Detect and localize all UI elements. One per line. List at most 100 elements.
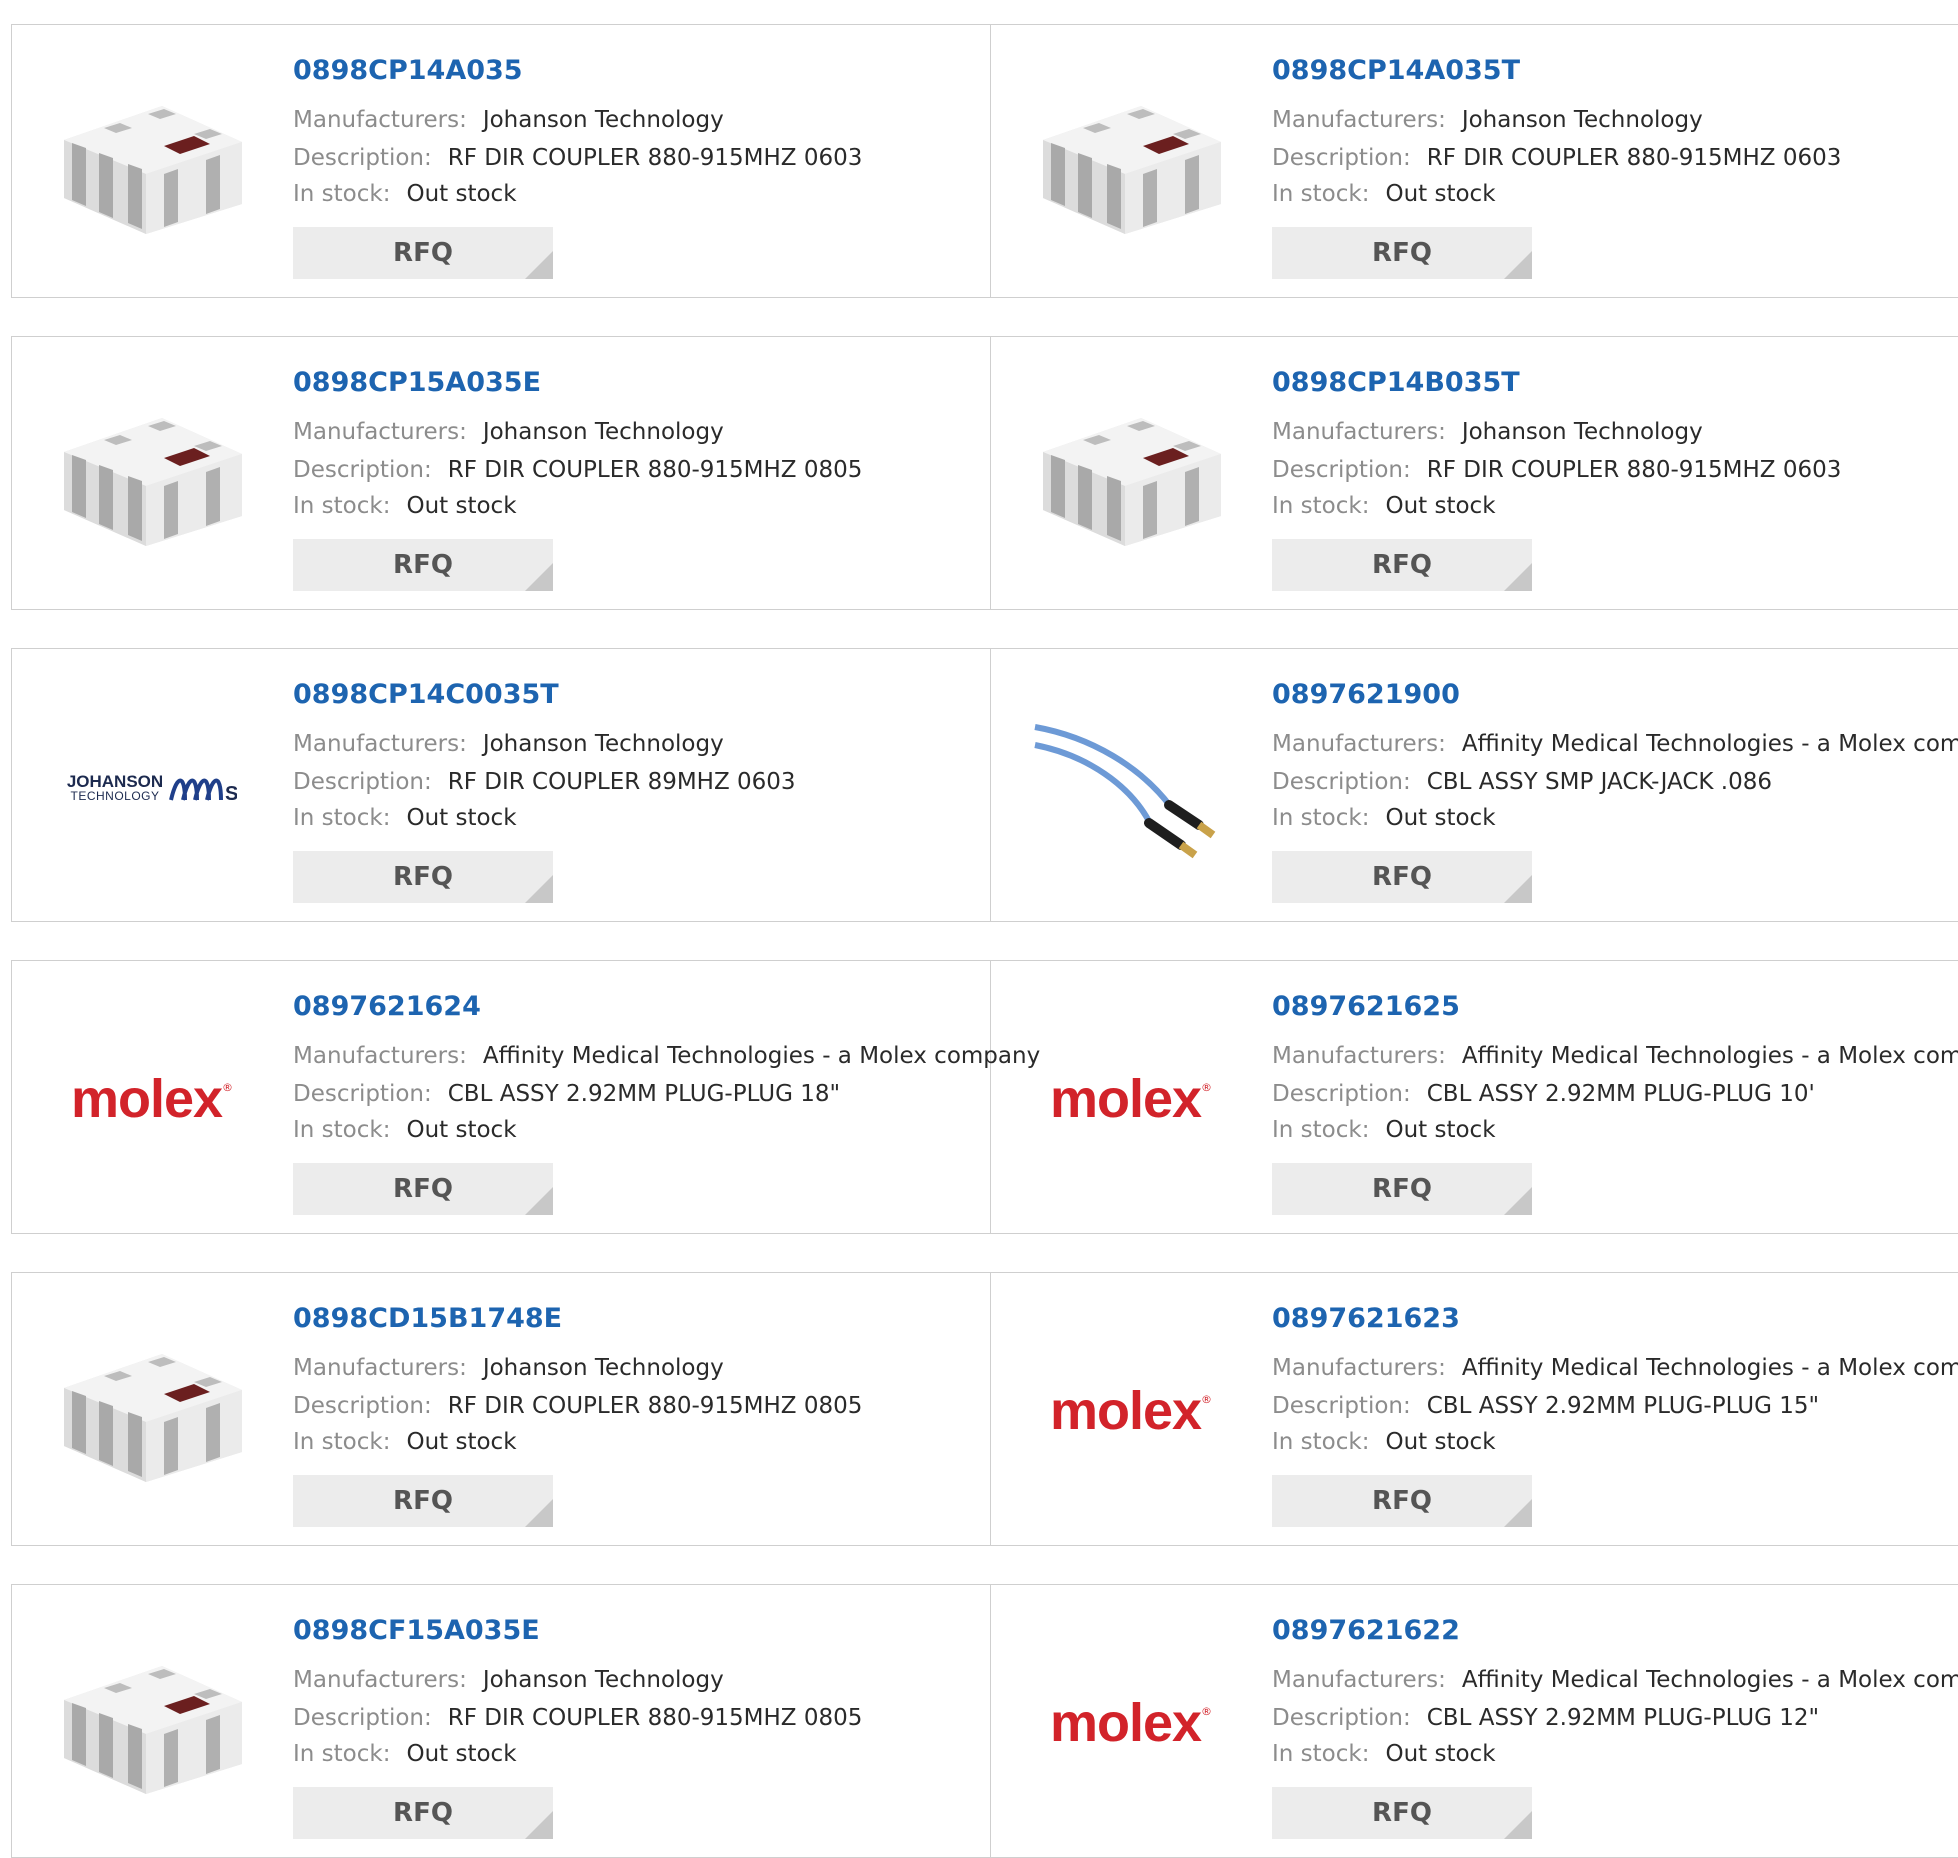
part-number-link[interactable]: 0897621623 xyxy=(1272,1303,1460,1334)
stock-value: Out stock xyxy=(406,493,517,519)
product-card: molex ® 0897621625 Manufacturers: Affinity M… xyxy=(991,961,1958,1233)
description-value: RF DIR COUPLER 880-915MHZ 0603 xyxy=(1426,145,1842,171)
description-label: Description: xyxy=(1272,1705,1411,1731)
part-number-link[interactable]: 0898CF15A035E xyxy=(293,1615,540,1646)
description-label: Description: xyxy=(293,457,432,483)
molex-logo-text: molex xyxy=(1049,1069,1202,1129)
manufacturer-value: Affinity Medical Technologies - a Molex … xyxy=(1461,1355,1958,1381)
manufacturer-label: Manufacturers: xyxy=(293,1043,467,1069)
product-image-chip-coupler[interactable] xyxy=(50,1311,254,1511)
rfq-button[interactable]: RFQ xyxy=(1272,1163,1532,1215)
rfq-button[interactable]: RFQ xyxy=(293,1787,553,1839)
product-card: 0898CP14A035 Manufacturers: Johanson Techn… xyxy=(12,25,991,297)
description-line: Description: RF DIR COUPLER 880-915MHZ 06… xyxy=(1272,457,1841,483)
manufacturer-label: Manufacturers: xyxy=(293,731,467,757)
description-value: CBL ASSY 2.92MM PLUG-PLUG 10' xyxy=(1426,1081,1815,1107)
rfq-button[interactable]: RFQ xyxy=(1272,1475,1532,1527)
part-number-link[interactable]: 0897621625 xyxy=(1272,991,1460,1022)
product-image-chip-coupler[interactable] xyxy=(50,63,254,263)
product-card: molex ® 0897621624 Manufacturers: Affinity M… xyxy=(12,961,1040,1233)
stock-line: In stock: Out stock xyxy=(1272,1429,1496,1455)
product-image-chip-coupler[interactable] xyxy=(50,375,254,575)
molex-logo[interactable]: molex ® xyxy=(1029,1311,1233,1511)
part-number-link[interactable]: 0897621900 xyxy=(1272,679,1460,710)
stock-line: In stock: Out stock xyxy=(293,181,517,207)
product-image-chip-coupler[interactable] xyxy=(1029,375,1233,575)
rfq-button[interactable]: RFQ xyxy=(293,1475,553,1527)
part-number-link[interactable]: 0897621622 xyxy=(1272,1615,1460,1646)
molex-logo[interactable]: molex ® xyxy=(1029,1623,1233,1823)
stock-line: In stock: Out stock xyxy=(293,1429,517,1455)
product-image-cable-assembly[interactable] xyxy=(1029,687,1233,887)
rfq-corner-decoration xyxy=(525,1811,553,1839)
description-value: RF DIR COUPLER 880-915MHZ 0603 xyxy=(447,145,863,171)
johanson-logo[interactable]: JOHANSON TECHNOLOGY S xyxy=(50,687,254,887)
description-label: Description: xyxy=(1272,1393,1411,1419)
stock-label: In stock: xyxy=(1272,181,1370,207)
manufacturer-label: Manufacturers: xyxy=(293,1355,467,1381)
part-number-link[interactable]: 0898CP14A035 xyxy=(293,55,523,86)
manufacturer-label: Manufacturers: xyxy=(1272,1355,1446,1381)
part-number-link[interactable]: 0898CD15B1748E xyxy=(293,1303,562,1334)
description-label: Description: xyxy=(293,1081,432,1107)
manufacturer-label: Manufacturers: xyxy=(293,107,467,133)
rfq-button[interactable]: RFQ xyxy=(1272,539,1532,591)
johanson-logo-subtext: TECHNOLOGY xyxy=(70,788,160,803)
manufacturer-line: Manufacturers: Affinity Medical Technolog… xyxy=(1272,1667,1958,1693)
rfq-button[interactable]: RFQ xyxy=(1272,1787,1532,1839)
rfq-button-label: RFQ xyxy=(1372,238,1432,268)
manufacturer-line: Manufacturers: Affinity Medical Technolog… xyxy=(1272,1043,1958,1069)
molex-logo-text: molex xyxy=(1049,1381,1202,1441)
manufacturer-line: Manufacturers: Johanson Technology xyxy=(293,1667,724,1693)
product-row: 0898CP14A035 Manufacturers: Johanson Techn… xyxy=(11,24,1958,298)
rfq-button[interactable]: RFQ xyxy=(1272,851,1532,903)
registered-mark: ® xyxy=(1201,1080,1213,1094)
description-line: Description: CBL ASSY 2.92MM PLUG-PLUG 10… xyxy=(1272,1081,1815,1107)
rfq-corner-decoration xyxy=(525,1187,553,1215)
rfq-button-label: RFQ xyxy=(1372,862,1432,892)
description-line: Description: RF DIR COUPLER 89MHZ 0603 xyxy=(293,769,796,795)
description-label: Description: xyxy=(1272,145,1411,171)
molex-logo[interactable]: molex ® xyxy=(50,999,254,1199)
rfq-button[interactable]: RFQ xyxy=(293,851,553,903)
description-line: Description: RF DIR COUPLER 880-915MHZ 08… xyxy=(293,1705,862,1731)
molex-logo[interactable]: molex ® xyxy=(1029,999,1233,1199)
rfq-corner-decoration xyxy=(1504,1811,1532,1839)
rfq-button-label: RFQ xyxy=(393,550,453,580)
product-row: molex ® 0897621624 Manufacturers: Affinity M… xyxy=(11,960,1958,1234)
rfq-button[interactable]: RFQ xyxy=(293,1163,553,1215)
stock-line: In stock: Out stock xyxy=(293,1741,517,1767)
rfq-corner-decoration xyxy=(1504,1187,1532,1215)
stock-label: In stock: xyxy=(1272,1429,1370,1455)
product-card: JOHANSON TECHNOLOGY S 0898CP14C0035T Manufac… xyxy=(12,649,991,921)
part-number-link[interactable]: 0898CP14B035T xyxy=(1272,367,1520,398)
stock-label: In stock: xyxy=(293,1117,391,1143)
product-image-chip-coupler[interactable] xyxy=(50,1623,254,1823)
manufacturer-value: Johanson Technology xyxy=(482,107,724,133)
stock-label: In stock: xyxy=(1272,1117,1370,1143)
description-value: RF DIR COUPLER 880-915MHZ 0805 xyxy=(447,457,863,483)
part-number-link[interactable]: 0898CP14A035T xyxy=(1272,55,1520,86)
manufacturer-value: Affinity Medical Technologies - a Molex … xyxy=(1461,1043,1958,1069)
rfq-button[interactable]: RFQ xyxy=(293,227,553,279)
description-label: Description: xyxy=(1272,457,1411,483)
stock-value: Out stock xyxy=(1385,493,1496,519)
rfq-button-label: RFQ xyxy=(1372,1486,1432,1516)
product-image-chip-coupler[interactable] xyxy=(1029,63,1233,263)
rfq-button[interactable]: RFQ xyxy=(293,539,553,591)
description-label: Description: xyxy=(1272,769,1411,795)
manufacturer-line: Manufacturers: Johanson Technology xyxy=(293,419,724,445)
part-number-link[interactable]: 0898CP14C0035T xyxy=(293,679,559,710)
description-line: Description: CBL ASSY SMP JACK-JACK .086 xyxy=(1272,769,1772,795)
product-card: 0898CD15B1748E Manufacturers: Johanson Tec… xyxy=(12,1273,991,1545)
stock-line: In stock: Out stock xyxy=(1272,1741,1496,1767)
part-number-link[interactable]: 0898CP15A035E xyxy=(293,367,541,398)
product-card: 0898CP15A035E Manufacturers: Johanson Tech… xyxy=(12,337,991,609)
part-number-link[interactable]: 0897621624 xyxy=(293,991,481,1022)
product-card: 0897621900 Manufacturers: Affinity Medical… xyxy=(991,649,1958,921)
rfq-button[interactable]: RFQ xyxy=(1272,227,1532,279)
rfq-button-label: RFQ xyxy=(393,862,453,892)
manufacturer-value: Affinity Medical Technologies - a Molex … xyxy=(1461,1667,1958,1693)
manufacturer-line: Manufacturers: Johanson Technology xyxy=(1272,107,1703,133)
manufacturer-line: Manufacturers: Affinity Medical Technolog… xyxy=(1272,731,1958,757)
